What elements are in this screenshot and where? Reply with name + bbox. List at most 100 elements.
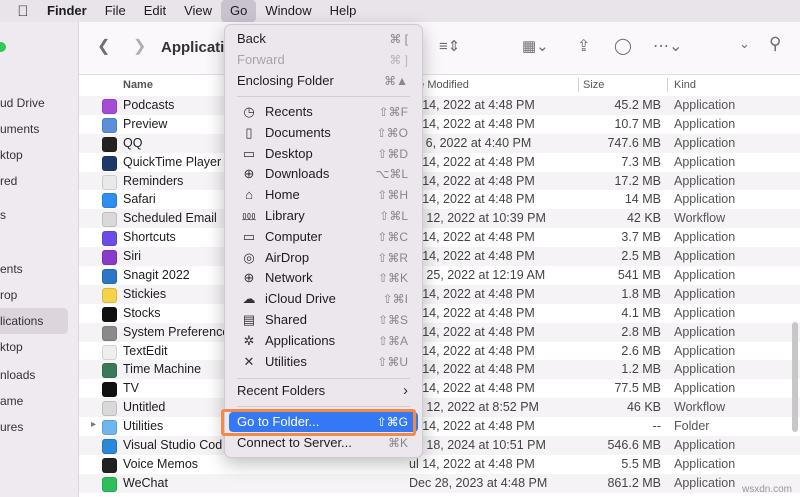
table-row[interactable]: Siri ul 14, 2022 at 4:48 PM 2.5 MB Applicat…: [79, 247, 800, 267]
table-row[interactable]: ▸ Utilities ul 14, 2022 at 4:48 PM -- Folder: [79, 417, 800, 436]
col-size[interactable]: Size: [583, 79, 604, 91]
file-name: Untitled: [123, 400, 166, 415]
share-icon[interactable]: ⇪: [577, 36, 590, 56]
app-icon: [102, 174, 117, 190]
file-size: 861.2 MB: [607, 475, 661, 490]
menu-item-applications[interactable]: ✲ Applications ⇧⌘A: [229, 331, 418, 351]
table-row[interactable]: Time Machine ul 14, 2022 at 4:48 PM 1.2 MB…: [79, 360, 800, 380]
file-kind: Application: [674, 343, 736, 358]
menu-item-back[interactable]: Back ⌘ [: [229, 29, 418, 49]
menu-item-computer[interactable]: ▭ Computer ⇧⌘C: [229, 227, 418, 247]
menu-item-desktop[interactable]: ▭ Desktop ⇧⌘D: [229, 144, 418, 164]
list-view-icon[interactable]: ≡⇕: [439, 37, 460, 55]
table-row[interactable]: QQ ay 6, 2022 at 4:40 PM 747.6 MB Applicati…: [79, 133, 800, 153]
col-kind[interactable]: Kind: [674, 79, 696, 91]
file-name: Reminders: [123, 173, 184, 188]
menu-help[interactable]: Help: [321, 0, 366, 22]
menu-edit[interactable]: Edit: [135, 0, 175, 22]
forward-arrow-icon[interactable]: ❯: [133, 36, 146, 56]
shortcut-label: ⌥⌘L: [375, 167, 408, 182]
shortcut-label: ⇧⌘D: [377, 146, 408, 161]
sidebar-item[interactable]: uments: [0, 122, 70, 136]
back-arrow-icon[interactable]: ❮: [97, 36, 110, 56]
table-row[interactable]: Safari ul 14, 2022 at 4:48 PM 14 MB Applica…: [79, 190, 800, 209]
file-kind: Application: [674, 286, 736, 301]
sidebar-item[interactable]: ame: [0, 394, 70, 408]
table-row[interactable]: Reminders ul 14, 2022 at 4:48 PM 17.2 MB Ap…: [79, 171, 800, 191]
shortcut-label: ⇧⌘H: [377, 188, 408, 203]
file-kind: Application: [674, 305, 736, 320]
table-row[interactable]: QuickTime Player ul 14, 2022 at 4:48 PM 7.…: [79, 153, 800, 172]
menu-item-label: Documents: [265, 124, 331, 140]
sidebar-item[interactable]: ents: [0, 262, 70, 276]
chevron-down-icon[interactable]: ⌄: [739, 36, 750, 52]
menu-item-downloads[interactable]: ⊕ Downloads ⌥⌘L: [229, 164, 418, 184]
col-name[interactable]: Name: [123, 79, 153, 91]
menu-item-shared[interactable]: ▤ Shared ⇧⌘S: [229, 310, 418, 330]
menu-file[interactable]: File: [96, 0, 135, 22]
search-icon[interactable]: ⚲: [769, 34, 781, 54]
sidebar-item[interactable]: ures: [0, 420, 70, 434]
table-row[interactable]: System Preference ul 14, 2022 at 4:48 PM 2…: [79, 322, 800, 342]
table-row[interactable]: Podcasts ul 14, 2022 at 4:48 PM 45.2 MB App…: [79, 96, 800, 115]
file-size: 10.7 MB: [614, 116, 661, 131]
file-name: Utilities: [123, 419, 164, 434]
table-row[interactable]: Snagit 2022 an 25, 2022 at 12:19 AM 541 MB…: [79, 266, 800, 285]
sidebar-item[interactable]: ud Drive: [0, 96, 70, 110]
tag-icon[interactable]: ◯: [614, 36, 632, 56]
file-kind: Application: [674, 154, 736, 169]
file-name: TextEdit: [123, 343, 168, 358]
menu-item-home[interactable]: ⌂ Home ⇧⌘H: [229, 185, 418, 205]
file-date: ul 14, 2022 at 4:48 PM: [409, 286, 535, 301]
sidebar-item[interactable]: ktop: [0, 148, 70, 162]
more-actions-icon[interactable]: ⋯⌄: [653, 36, 682, 56]
disclosure-triangle-icon[interactable]: ▸: [91, 419, 96, 430]
sidebar-item[interactable]: s: [0, 208, 70, 222]
menu-item-icloud-drive[interactable]: ☁ iCloud Drive ⇧⌘I: [229, 289, 418, 309]
menu-item-enclosing-folder[interactable]: Enclosing Folder ⌘▲: [229, 71, 418, 91]
table-row[interactable]: TextEdit ul 14, 2022 at 4:48 PM 2.6 MB Appl…: [79, 342, 800, 361]
file-name: QuickTime Player: [123, 154, 222, 169]
sidebar-item[interactable]: rop: [0, 288, 70, 302]
menu-item-utilities[interactable]: ✕ Utilities ⇧⌘U: [229, 352, 418, 372]
menu-window[interactable]: Window: [256, 0, 320, 22]
sidebar-item[interactable]: red: [0, 174, 70, 188]
table-row[interactable]: Shortcuts ul 14, 2022 at 4:48 PM 3.7 MB App…: [79, 228, 800, 247]
menu-item-label: Recent Folders: [237, 383, 326, 398]
table-row[interactable]: Untitled ep 12, 2022 at 8:52 PM 46 KB Workf…: [79, 398, 800, 418]
column-divider: [667, 78, 668, 92]
menu-item-library[interactable]: ⅏ Library ⇧⌘L: [229, 206, 418, 226]
menu-go[interactable]: Go: [221, 0, 257, 22]
menu-view[interactable]: View: [175, 0, 221, 22]
sidebar-item[interactable]: nloads: [0, 368, 70, 382]
table-row[interactable]: Visual Studio Cod an 18, 2024 at 10:51 PM…: [79, 436, 800, 455]
apple-icon[interactable]: : [8, 3, 38, 20]
file-kind: Application: [674, 173, 736, 188]
menu-item-documents[interactable]: ▯ Documents ⇧⌘O: [229, 123, 418, 143]
menu-item-recent-folders[interactable]: Recent Folders ›: [229, 381, 418, 401]
table-row[interactable]: WeChat Dec 28, 2023 at 4:48 PM 861.2 MB App…: [79, 473, 800, 493]
file-date: an 18, 2024 at 10:51 PM: [409, 438, 546, 453]
scrollbar[interactable]: [792, 322, 798, 432]
table-row[interactable]: Stickies ul 14, 2022 at 4:48 PM 1.8 MB Appl…: [79, 284, 800, 304]
file-date: ul 14, 2022 at 4:48 PM: [409, 98, 535, 112]
menu-item-connect-to-server[interactable]: Connect to Server... ⌘K: [229, 433, 418, 453]
table-row[interactable]: Stocks ul 14, 2022 at 4:48 PM 4.1 MB Applic…: [79, 304, 800, 323]
menu-finder[interactable]: Finder: [38, 0, 96, 22]
table-row[interactable]: Preview ul 14, 2022 at 4:48 PM 10.7 MB Appl…: [79, 115, 800, 134]
table-row[interactable]: TV ul 14, 2022 at 4:48 PM 77.5 MB Applicati…: [79, 379, 800, 398]
table-row[interactable]: Voice Memos ul 14, 2022 at 4:48 PM 5.5 MB A…: [79, 455, 800, 474]
app-icon: [102, 212, 117, 228]
menu-item-network[interactable]: ⊕ Network ⇧⌘K: [229, 268, 418, 288]
sidebar-item[interactable]: ktop: [0, 340, 70, 354]
menu-item-recents[interactable]: ◷ Recents ⇧⌘F: [229, 102, 418, 122]
table-row[interactable]: Scheduled Email ep 12, 2022 at 10:39 PM 42…: [79, 209, 800, 229]
file-kind: Application: [674, 381, 736, 396]
window-zoom-button[interactable]: [0, 42, 6, 52]
file-name: Snagit 2022: [123, 268, 190, 283]
menu-item-label: Recents: [265, 104, 313, 119]
sidebar-item[interactable]: lications: [0, 308, 68, 334]
column-header: Name ate Modified Size Kind: [79, 74, 800, 97]
group-icon[interactable]: ▦⌄: [522, 37, 549, 55]
menu-item-airdrop[interactable]: ◎ AirDrop ⇧⌘R: [229, 248, 418, 268]
